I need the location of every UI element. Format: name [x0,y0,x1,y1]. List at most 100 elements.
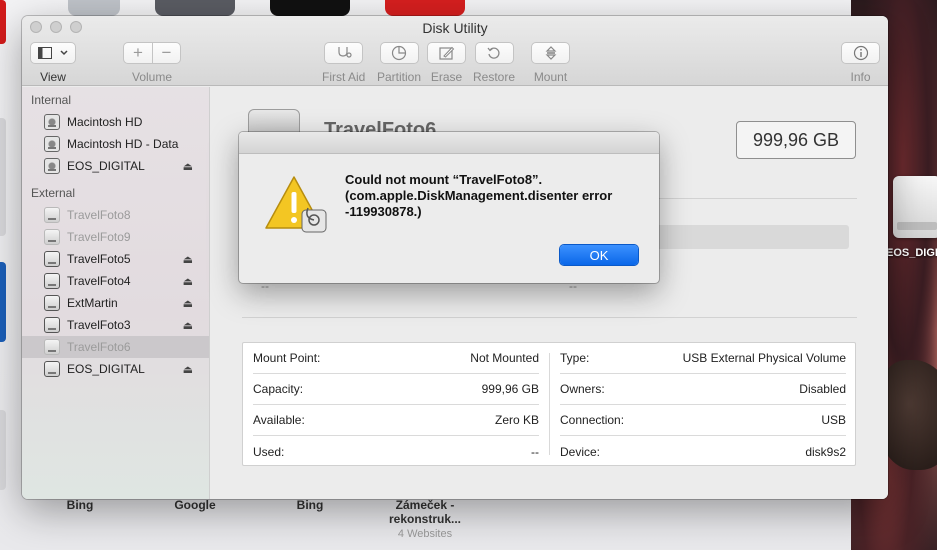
partition-button[interactable] [379,42,419,64]
view-button[interactable] [30,42,76,64]
info-control[interactable]: Info [841,42,880,84]
alert-message: Could not mount “TravelFoto8”. (com.appl… [345,172,645,220]
sidebar-item-label: TravelFoto9 [67,230,131,244]
info-column-left: Mount Point: Not Mounted Capacity: 999,96 G… [243,343,549,465]
info-button[interactable] [841,42,880,64]
alert-titlebar [239,132,659,154]
info-row: Type: USB External Physical Volume [560,343,846,374]
mount-error-alert: Could not mount “TravelFoto8”. (com.appl… [239,132,659,283]
info-label: Owners: [560,382,605,396]
favorite-google[interactable]: Google [145,498,245,512]
info-row: Mount Point: Not Mounted [253,343,539,374]
info-value: USB External Physical Volume [682,351,846,365]
info-row: Available: Zero KB [253,405,539,436]
sidebar-item[interactable]: Macintosh HD - Data [22,133,209,155]
sidebar-item[interactable]: TravelFoto8 [22,204,209,226]
add-volume-button[interactable]: + [124,43,152,63]
favorite-tile[interactable] [155,0,235,16]
sidebar-item[interactable]: EOS_DIGITAL ⏏ [22,358,209,380]
sidebar-item-label: TravelFoto5 [67,252,131,266]
favorite-tile[interactable] [270,0,350,16]
info-label: Device: [560,444,601,459]
info-label: Used: [253,444,285,459]
info-label: Connection: [560,413,625,427]
favorite-tile[interactable] [68,0,120,16]
restore-control[interactable]: Restore [473,42,515,84]
sidebar: Internal Macintosh HD Macintosh HD - Data… [22,87,210,499]
partition-control[interactable]: Partition [377,42,421,84]
background-window-edge [0,410,6,490]
first-aid-control[interactable]: First Aid [322,42,365,84]
sidebar-header-external: External [31,186,76,200]
mount-label: Mount [533,70,568,84]
erase-control[interactable]: Erase [427,42,466,84]
sidebar-item-label: TravelFoto6 [67,340,131,354]
disk-icon [44,114,60,130]
remove-volume-button[interactable]: − [152,43,180,63]
alert-message-line: -119930878.) [345,204,422,219]
external-disk-list: TravelFoto8 TravelFoto9 TravelFoto5 ⏏ Travel… [22,204,209,380]
info-value: -- [531,444,539,459]
favorite-zamecek[interactable]: Zámeček - rekonstruk... 4 Websites [375,498,475,540]
favorite-title: Zámeček - rekonstruk... [388,498,462,526]
desktop-drive-label[interactable]: EOS_DIGITAL [886,247,937,259]
disk-icon [44,251,60,267]
sidebar-icon [38,47,52,59]
sidebar-item[interactable]: TravelFoto6 [22,336,209,358]
favorite-bing-2[interactable]: Bing [260,498,360,512]
info-value: 999,96 GB [481,382,539,396]
disk-icon [44,207,60,223]
volume-segmented: + − [123,42,181,64]
sidebar-item[interactable]: EOS_DIGITAL ⏏ [22,155,209,177]
disk-icon [44,295,60,311]
eject-icon[interactable]: ⏏ [183,275,193,288]
erase-button[interactable] [427,42,466,64]
desktop-drive-icon[interactable] [893,176,937,238]
sidebar-item[interactable]: TravelFoto4 ⏏ [22,270,209,292]
eject-icon[interactable]: ⏏ [183,319,193,332]
info-row: Connection: USB [560,405,846,436]
info-column-right: Type: USB External Physical Volume Owners:… [550,343,856,465]
background-window-edge [0,118,6,236]
first-aid-button[interactable] [324,42,364,64]
first-aid-label: First Aid [322,70,366,84]
background-window-edge [0,262,6,342]
info-icon [853,45,868,61]
sidebar-item[interactable]: Macintosh HD [22,111,209,133]
eject-icon[interactable]: ⏏ [183,160,193,173]
info-value: Disabled [799,382,846,396]
favorite-tile[interactable] [385,0,465,16]
sidebar-item[interactable]: TravelFoto3 ⏏ [22,314,209,336]
info-row: Capacity: 999,96 GB [253,374,539,405]
view-control[interactable]: View [30,42,76,84]
window-title: Disk Utility [422,20,488,36]
eject-icon[interactable]: ⏏ [183,253,193,266]
sidebar-item[interactable]: TravelFoto9 [22,226,209,248]
erase-label: Erase [430,70,463,84]
sidebar-item[interactable]: ExtMartin ⏏ [22,292,209,314]
disk-icon [44,361,60,377]
restore-arrow-icon [487,47,500,59]
mount-control[interactable]: Mount [531,42,570,84]
volume-control: + − Volume [123,42,181,84]
info-value: Not Mounted [470,351,539,365]
disk-icon [44,158,60,174]
info-row: Owners: Disabled [560,374,846,405]
ok-button[interactable]: OK [560,245,638,265]
eject-icon[interactable]: ⏏ [183,297,193,310]
partition-label: Partition [377,70,422,84]
mount-button[interactable] [531,42,570,64]
disk-icon [44,317,60,333]
eject-icon[interactable]: ⏏ [183,363,193,376]
divider [242,317,857,318]
favorite-subtitle: 4 Websites [397,528,453,540]
disk-icon [44,136,60,152]
restore-button[interactable] [474,42,514,64]
sidebar-item[interactable]: TravelFoto5 ⏏ [22,248,209,270]
usage-bar [631,225,849,249]
favorite-bing[interactable]: Bing [30,498,130,512]
sidebar-item-label: Macintosh HD - Data [67,137,179,151]
sidebar-header-internal: Internal [31,93,72,107]
sidebar-item-label: ExtMartin [67,296,118,310]
volume-label: Volume [131,70,173,84]
